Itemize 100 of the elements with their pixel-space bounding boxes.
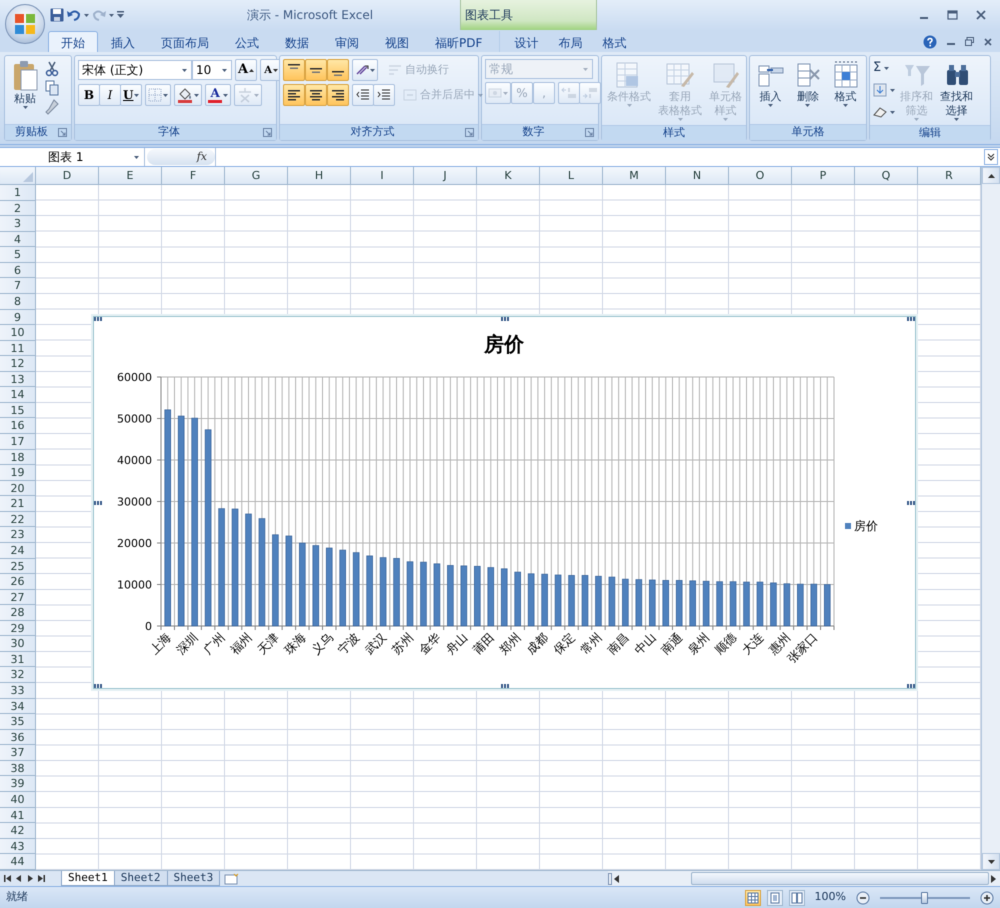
- align-button[interactable]: [327, 59, 349, 81]
- caret-icon[interactable]: [84, 14, 89, 16]
- row-header[interactable]: 20: [0, 480, 36, 496]
- row-header[interactable]: 13: [0, 372, 36, 388]
- row-header[interactable]: 33: [0, 683, 36, 699]
- sheet-tab[interactable]: Sheet3: [166, 871, 220, 886]
- row-header[interactable]: 39: [0, 776, 36, 792]
- ribbon-tab[interactable]: 视图: [372, 31, 422, 52]
- zoom-out-icon[interactable]: [856, 890, 870, 904]
- row-header[interactable]: 28: [0, 605, 36, 621]
- copy-icon[interactable]: [45, 80, 59, 96]
- caret-icon[interactable]: [884, 66, 890, 70]
- ribbon-tab[interactable]: 福昕PDF: [422, 31, 496, 52]
- row-header[interactable]: 6: [0, 262, 36, 278]
- arrow-left-icon[interactable]: [614, 874, 619, 882]
- caret-icon[interactable]: [890, 88, 895, 92]
- help-icon[interactable]: [923, 34, 937, 48]
- autosum-button[interactable]: Σ: [873, 59, 895, 77]
- column-header[interactable]: I: [351, 167, 414, 184]
- row-header[interactable]: 7: [0, 278, 36, 294]
- column-header[interactable]: G: [225, 167, 288, 184]
- resize-handle[interactable]: [500, 317, 508, 321]
- ribbon-tab[interactable]: 设计: [504, 31, 548, 52]
- scissors-icon[interactable]: [45, 61, 59, 77]
- close-icon[interactable]: [976, 10, 986, 20]
- save-icon[interactable]: [50, 8, 64, 22]
- row-header[interactable]: 17: [0, 434, 36, 450]
- column-header[interactable]: M: [603, 167, 666, 184]
- caret-icon[interactable]: [805, 104, 810, 107]
- scroll-down-button[interactable]: [982, 853, 1000, 870]
- customize-icon[interactable]: [117, 11, 124, 19]
- format-painter-icon[interactable]: [45, 99, 59, 115]
- caret-icon[interactable]: [22, 106, 28, 109]
- row-header[interactable]: 34: [0, 698, 36, 714]
- ribbon-tab[interactable]: 格式: [592, 31, 636, 52]
- align-button[interactable]: [283, 84, 305, 106]
- insert-function-button[interactable]: fx: [147, 149, 215, 165]
- row-header[interactable]: 4: [0, 232, 36, 248]
- column-header[interactable]: F: [162, 167, 225, 184]
- row-header[interactable]: 43: [0, 838, 36, 854]
- row-header[interactable]: 24: [0, 542, 36, 558]
- resize-handle[interactable]: [907, 500, 915, 504]
- caret-icon[interactable]: [194, 94, 200, 96]
- row-header[interactable]: 32: [0, 667, 36, 683]
- row-header[interactable]: 26: [0, 574, 36, 590]
- page-layout-button[interactable]: [766, 890, 783, 906]
- row-header[interactable]: 31: [0, 652, 36, 668]
- ribbon-button[interactable]: 删除: [790, 59, 825, 108]
- row-header[interactable]: 23: [0, 527, 36, 543]
- normal-view-button[interactable]: [744, 890, 761, 906]
- caret-icon[interactable]: [134, 156, 139, 158]
- row-header[interactable]: 19: [0, 465, 36, 481]
- column-header[interactable]: D: [36, 167, 99, 184]
- row-header[interactable]: 27: [0, 590, 36, 606]
- resize-handle[interactable]: [907, 684, 915, 688]
- row-header[interactable]: 37: [0, 745, 36, 761]
- dialog-launcher-icon[interactable]: [58, 128, 67, 137]
- row-header[interactable]: 40: [0, 792, 36, 808]
- row-header[interactable]: 22: [0, 512, 36, 528]
- caret-icon[interactable]: [954, 118, 959, 121]
- font-name-field[interactable]: 宋体 (正文): [78, 60, 192, 80]
- column-header[interactable]: K: [477, 167, 540, 184]
- caret-icon[interactable]: [163, 94, 168, 96]
- fill-button[interactable]: [873, 81, 895, 99]
- row-header[interactable]: 10: [0, 325, 36, 341]
- restore-icon[interactable]: [965, 37, 974, 46]
- italic-button[interactable]: I: [99, 84, 121, 106]
- grow-font-button[interactable]: A: [235, 59, 258, 81]
- row-header[interactable]: 21: [0, 496, 36, 512]
- scroll-thumb[interactable]: [691, 872, 989, 885]
- column-header[interactable]: Q: [855, 167, 918, 184]
- resize-handle[interactable]: [94, 317, 102, 321]
- column-header[interactable]: N: [666, 167, 729, 184]
- row-header[interactable]: 9: [0, 310, 36, 326]
- ribbon-button[interactable]: 查找和 选择: [938, 59, 975, 122]
- resize-handle[interactable]: [500, 684, 508, 688]
- ribbon-tab[interactable]: 页面布局: [148, 31, 222, 52]
- row-header[interactable]: 25: [0, 558, 36, 574]
- maximize-icon[interactable]: [947, 10, 958, 20]
- row-header[interactable]: 14: [0, 387, 36, 403]
- caret-icon[interactable]: [134, 94, 140, 96]
- increase-indent-button[interactable]: [373, 84, 395, 106]
- ribbon-tab[interactable]: 开始: [48, 31, 98, 52]
- column-header[interactable]: L: [540, 167, 603, 184]
- caret-icon[interactable]: [182, 68, 187, 72]
- row-header[interactable]: 36: [0, 730, 36, 746]
- row-header[interactable]: 44: [0, 854, 36, 870]
- sheet-tab[interactable]: Sheet2: [114, 871, 168, 886]
- row-header[interactable]: 42: [0, 823, 36, 839]
- zoom-slider-thumb[interactable]: [921, 892, 928, 904]
- dialog-launcher-icon[interactable]: [263, 128, 272, 137]
- caret-icon[interactable]: [890, 110, 895, 114]
- name-box[interactable]: 图表 1: [0, 148, 145, 166]
- underline-button[interactable]: U: [120, 84, 142, 106]
- sheet-nav-icon[interactable]: [37, 874, 46, 883]
- close-icon[interactable]: [984, 38, 992, 46]
- align-button[interactable]: [327, 84, 349, 106]
- row-header[interactable]: 11: [0, 340, 36, 356]
- zoom-level[interactable]: 100%: [810, 889, 850, 906]
- row-header[interactable]: 1: [0, 185, 36, 201]
